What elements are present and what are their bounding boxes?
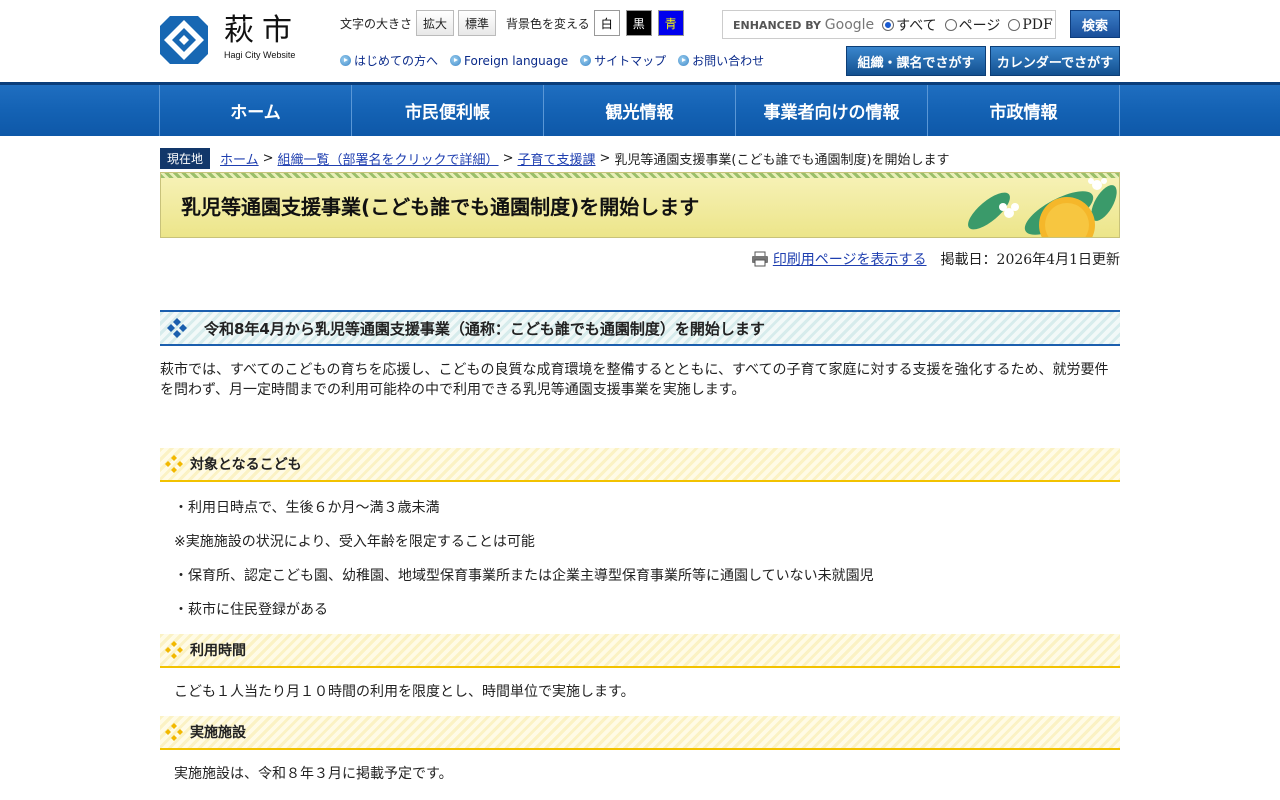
- global-nav: ホーム 市民便利帳 観光情報 事業者向けの情報 市政情報: [0, 82, 1280, 136]
- link-sitemap[interactable]: サイトマップ: [580, 52, 666, 69]
- font-standard-button[interactable]: 標準: [458, 10, 497, 36]
- font-size-label: 文字の大きさ: [340, 16, 413, 31]
- site-header: 萩市 Hagi City Website 文字の大きさ 拡大 標準 背景色を変え…: [160, 0, 1120, 82]
- breadcrumb: 現在地 ホーム > 組織一覧（部署名をクリックで詳細） > 子育て支援課 > 乳…: [160, 147, 1120, 169]
- search-by-calendar-button[interactable]: カレンダーでさがす: [990, 46, 1120, 76]
- search-scope-all[interactable]: すべて: [882, 15, 937, 35]
- breadcrumb-org-list[interactable]: 組織一覧（部署名をクリックで詳細）: [278, 149, 499, 168]
- hagi-logo-icon: [160, 16, 208, 64]
- radio-icon: [882, 18, 895, 31]
- yellow-diamond-icon: [165, 723, 183, 741]
- site-logo[interactable]: 萩市 Hagi City Website: [160, 13, 300, 64]
- link-contact[interactable]: お問い合わせ: [678, 52, 764, 69]
- target-item: ※実施施設の状況により、受入年齢を限定することは可能: [174, 534, 535, 550]
- nav-home[interactable]: ホーム: [160, 85, 352, 136]
- page-title: 乳児等通園支援事業(こども誰でも通園制度)を開始します: [181, 195, 700, 219]
- diamond-cluster-icon: [167, 318, 187, 338]
- bg-color-label: 背景色を変える: [506, 16, 590, 31]
- breadcrumb-home[interactable]: ホーム: [220, 149, 259, 168]
- radio-icon: [944, 18, 957, 31]
- search-by-org-button[interactable]: 組織・課名でさがす: [846, 46, 986, 76]
- bg-black-button[interactable]: 黒: [625, 10, 652, 36]
- logo-subtext: Hagi City Website: [224, 50, 296, 60]
- usage-time-text: こども１人当たり月１０時間の利用を限度とし、時間単位で実施します。: [174, 684, 635, 700]
- link-first-time[interactable]: はじめての方へ: [340, 52, 438, 69]
- print-page-link[interactable]: 印刷用ページを表示する: [751, 249, 927, 269]
- section-heading: 令和8年4月から乳児等通園支援事業（通称：こども誰でも通園制度）を開始します: [160, 310, 1120, 346]
- subheading-facilities: 実施施設: [160, 716, 1120, 750]
- link-foreign-language[interactable]: Foreign language: [450, 52, 568, 69]
- nav-tourism[interactable]: 観光情報: [544, 85, 736, 136]
- search-box[interactable]: ENHANCED BY Google すべて ページ PDF: [722, 10, 1056, 39]
- nav-citizen-guide[interactable]: 市民便利帳: [352, 85, 544, 136]
- arrow-circle-icon: [580, 55, 592, 66]
- main-content: 現在地 ホーム > 組織一覧（部署名をクリックで詳細） > 子育て支援課 > 乳…: [160, 147, 1120, 784]
- search-button[interactable]: 検索: [1070, 10, 1120, 38]
- citrus-decoration-icon: [968, 178, 1117, 237]
- breadcrumb-current: 乳児等通園支援事業(こども誰でも通園制度)を開始します: [614, 152, 950, 168]
- subheading-usage-time: 利用時間: [160, 634, 1120, 668]
- publish-date: 掲載日：2026年4月1日更新: [940, 252, 1120, 268]
- utility-links: はじめての方へ Foreign language サイトマップ お問い合わせ: [340, 52, 776, 69]
- bg-white-button[interactable]: 白: [593, 10, 620, 36]
- breadcrumb-here-label: 現在地: [160, 147, 211, 169]
- arrow-circle-icon: [340, 55, 351, 66]
- facilities-text: 実施施設は、令和８年３月に掲載予定です。: [174, 766, 453, 782]
- subheading-target-children: 対象となるこども: [160, 448, 1120, 482]
- arrow-circle-icon: [678, 55, 690, 66]
- target-item: ・萩市に住民登録がある: [174, 602, 328, 618]
- section-lead-text: 萩市では、すべてのこどもの育ちを応援し、こどもの良質な成育環境を整備するとともに…: [160, 362, 1109, 398]
- google-badge: ENHANCED BY Google: [733, 16, 875, 33]
- printer-icon: [751, 251, 768, 267]
- radio-icon: [1008, 18, 1021, 31]
- breadcrumb-childcare[interactable]: 子育て支援課: [517, 149, 595, 168]
- yellow-diamond-icon: [165, 455, 183, 473]
- page-meta: 印刷用ページを表示する 掲載日：2026年4月1日更新: [160, 250, 1120, 268]
- page-title-banner: 乳児等通園支援事業(こども誰でも通園制度)を開始します: [160, 172, 1120, 238]
- search-scope-pdf[interactable]: PDF: [1008, 17, 1053, 33]
- nav-business[interactable]: 事業者向けの情報: [736, 85, 928, 136]
- search-scope-page[interactable]: ページ: [944, 15, 1000, 35]
- yellow-diamond-icon: [165, 641, 183, 659]
- nav-city-admin[interactable]: 市政情報: [928, 85, 1120, 136]
- font-enlarge-button[interactable]: 拡大: [416, 10, 455, 36]
- accessibility-tools: 文字の大きさ 拡大 標準 背景色を変える 白 黒 青: [340, 10, 690, 36]
- target-item: ・保育所、認定こども園、幼稚園、地域型保育事業所または企業主導型保育事業所等に通…: [174, 568, 874, 584]
- target-item: ・利用日時点で、生後６か月～満３歳未満: [174, 500, 440, 516]
- logo-text: 萩市: [224, 13, 300, 48]
- bg-blue-button[interactable]: 青: [657, 10, 684, 36]
- arrow-circle-icon: [450, 55, 462, 66]
